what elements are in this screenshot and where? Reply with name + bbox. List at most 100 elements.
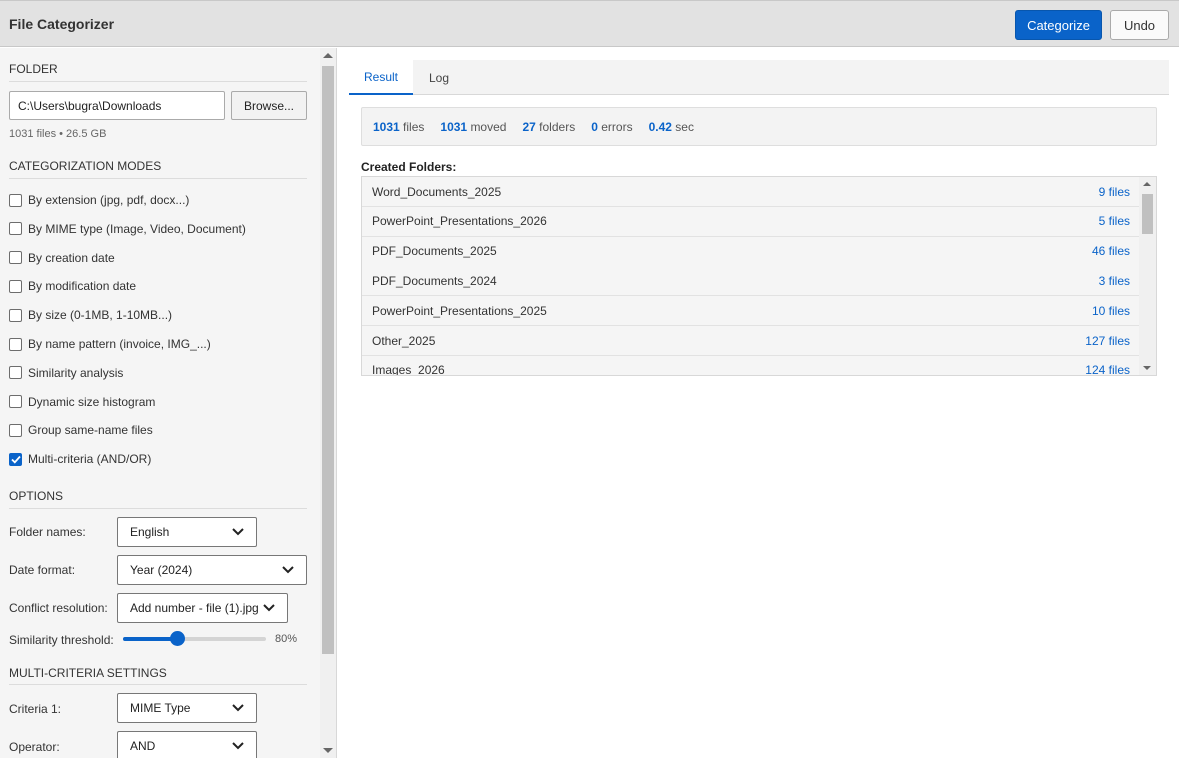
folder-name: PDF_Documents_2024 bbox=[372, 273, 497, 288]
mode-option-label: By size (0-1MB, 1-10MB...) bbox=[28, 308, 173, 323]
criteria1-label: Criteria 1: bbox=[9, 702, 62, 716]
divider bbox=[9, 508, 307, 509]
folder-row[interactable]: PDF_Documents_2025 46 files bbox=[362, 236, 1140, 267]
mode-option[interactable]: By creation date bbox=[9, 251, 115, 265]
folder-file-count: 3 files bbox=[1098, 273, 1130, 288]
folder-names-select[interactable]: English bbox=[117, 517, 257, 547]
scroll-up-icon[interactable] bbox=[323, 53, 333, 58]
list-scrollbar[interactable] bbox=[1139, 177, 1156, 375]
scroll-down-icon[interactable] bbox=[1143, 366, 1151, 370]
mode-option-label: Similarity analysis bbox=[28, 365, 124, 380]
sidebar-scrollbar[interactable] bbox=[320, 48, 336, 758]
tab-bar: Result Log bbox=[349, 60, 1169, 95]
checkbox[interactable] bbox=[9, 395, 22, 409]
checkbox[interactable] bbox=[9, 193, 22, 207]
title-bar: File Categorizer Categorize Undo bbox=[0, 0, 1179, 47]
categorize-button[interactable]: Categorize bbox=[1015, 10, 1102, 40]
folder-names-label: Folder names: bbox=[9, 525, 86, 539]
folder-file-count: 124 files bbox=[1085, 363, 1130, 376]
folder-path-input[interactable]: C:\Users\bugra\Downloads bbox=[9, 91, 225, 120]
criteria1-select[interactable]: MIME Type bbox=[117, 693, 257, 723]
slider-fill bbox=[123, 637, 178, 641]
operator-value: AND bbox=[130, 739, 156, 753]
checkmark-icon bbox=[10, 455, 21, 464]
scroll-up-icon[interactable] bbox=[1143, 182, 1151, 186]
folder-row[interactable]: PDF_Documents_2024 3 files bbox=[362, 266, 1140, 297]
operator-label: Operator: bbox=[9, 740, 60, 754]
created-folders-title: Created Folders: bbox=[361, 160, 457, 174]
folder-name: Word_Documents_2025 bbox=[372, 184, 502, 199]
folder-info: 1031 files • 26.5 GB bbox=[9, 128, 107, 140]
mode-option[interactable]: By size (0-1MB, 1-10MB...) bbox=[9, 308, 172, 322]
folder-row[interactable]: Images_2026 124 files bbox=[362, 355, 1140, 376]
folder-file-count: 46 files bbox=[1091, 244, 1130, 259]
checkbox[interactable] bbox=[9, 308, 22, 322]
divider bbox=[9, 178, 307, 179]
checkbox[interactable] bbox=[9, 251, 22, 265]
sidebar: FOLDER C:\Users\bugra\Downloads Browse..… bbox=[0, 48, 337, 758]
created-folders-list: Word_Documents_2025 9 files PowerPoint_Pre… bbox=[361, 176, 1157, 376]
folder-file-count: 10 files bbox=[1091, 303, 1130, 318]
folder-name: Other_2025 bbox=[372, 333, 436, 348]
mode-option[interactable]: Group same-name files bbox=[9, 423, 153, 437]
mode-option[interactable]: Dynamic size histogram bbox=[9, 395, 155, 409]
mode-option[interactable]: By MIME type (Image, Video, Document) bbox=[9, 222, 246, 236]
similarity-threshold-label: Similarity threshold: bbox=[9, 633, 114, 647]
folder-name: PowerPoint_Presentations_2025 bbox=[372, 303, 547, 318]
checkbox-checked[interactable] bbox=[9, 452, 22, 466]
mode-option[interactable]: Similarity analysis bbox=[9, 366, 123, 380]
scrollbar-thumb[interactable] bbox=[1142, 194, 1153, 234]
date-format-label: Date format: bbox=[9, 563, 76, 577]
slider-thumb[interactable] bbox=[170, 631, 186, 646]
options-section-title: OPTIONS bbox=[9, 489, 64, 503]
scroll-down-icon[interactable] bbox=[323, 748, 333, 753]
folder-file-count: 5 files bbox=[1098, 214, 1130, 229]
checkbox[interactable] bbox=[9, 222, 22, 236]
similarity-slider[interactable] bbox=[123, 631, 266, 646]
mode-option-label: By modification date bbox=[28, 279, 137, 294]
folder-row[interactable]: Word_Documents_2025 9 files bbox=[362, 177, 1140, 207]
folder-row[interactable]: Other_2025 127 files bbox=[362, 326, 1140, 356]
checkbox[interactable] bbox=[9, 423, 22, 437]
mode-option[interactable]: By name pattern (invoice, IMG_...) bbox=[9, 337, 211, 351]
chevron-down-icon bbox=[282, 566, 294, 574]
mode-option[interactable]: Multi-criteria (AND/OR) bbox=[9, 452, 151, 466]
stat-folders: 27 folders bbox=[522, 119, 576, 134]
app-title: File Categorizer bbox=[9, 16, 115, 32]
conflict-resolution-value: Add number - file (1).jpg bbox=[130, 601, 259, 615]
stat-moved: 1031 moved bbox=[440, 119, 507, 134]
date-format-select[interactable]: Year (2024) bbox=[117, 555, 307, 585]
mode-option-label: By name pattern (invoice, IMG_...) bbox=[28, 337, 211, 351]
folder-name: Images_2026 bbox=[372, 363, 445, 376]
conflict-resolution-select[interactable]: Add number - file (1).jpg bbox=[117, 593, 288, 623]
similarity-value: 80% bbox=[275, 633, 298, 645]
stats-bar: 1031 files 1031 moved 27 folders 0 error… bbox=[361, 107, 1157, 146]
stat-files: 1031 files bbox=[373, 119, 425, 134]
chevron-down-icon bbox=[263, 604, 275, 612]
mode-option-label: Group same-name files bbox=[28, 423, 153, 438]
conflict-resolution-label: Conflict resolution: bbox=[9, 601, 108, 615]
undo-button[interactable]: Undo bbox=[1110, 10, 1169, 40]
scrollbar-thumb[interactable] bbox=[322, 66, 334, 654]
checkbox[interactable] bbox=[9, 366, 22, 380]
folder-file-count: 127 files bbox=[1085, 333, 1130, 348]
criteria1-value: MIME Type bbox=[130, 701, 191, 715]
checkbox[interactable] bbox=[9, 279, 22, 293]
mode-option-label: By MIME type (Image, Video, Document) bbox=[28, 221, 246, 236]
mode-option[interactable]: By modification date bbox=[9, 279, 136, 293]
multi-criteria-section-title: MULTI-CRITERIA SETTINGS bbox=[9, 666, 167, 680]
mode-option-label: By creation date bbox=[28, 250, 115, 265]
folder-row[interactable]: PowerPoint_Presentations_2025 10 files bbox=[362, 296, 1140, 327]
folder-row[interactable]: PowerPoint_Presentations_2026 5 files bbox=[362, 206, 1140, 237]
divider bbox=[9, 684, 307, 685]
operator-select[interactable]: AND bbox=[117, 731, 257, 758]
chevron-down-icon bbox=[232, 528, 244, 536]
main-panel: Result Log 1031 files 1031 moved 27 fold… bbox=[338, 48, 1179, 758]
folder-section-title: FOLDER bbox=[9, 62, 58, 76]
mode-option[interactable]: By extension (jpg, pdf, docx...) bbox=[9, 193, 189, 207]
tab-log[interactable]: Log bbox=[413, 60, 465, 95]
checkbox[interactable] bbox=[9, 337, 22, 351]
date-format-value: Year (2024) bbox=[130, 563, 193, 577]
browse-button[interactable]: Browse... bbox=[231, 91, 307, 120]
tab-result[interactable]: Result bbox=[349, 60, 413, 95]
